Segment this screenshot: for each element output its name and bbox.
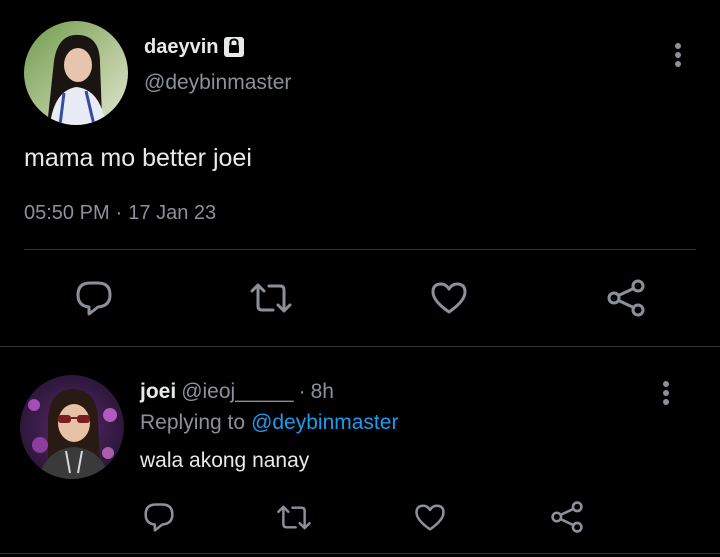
reply-more-options-icon[interactable] [652,376,680,410]
reply-header: joei @ieoj_____ · 8h [140,380,334,404]
replying-to: Replying to @deybinmaster [140,411,398,435]
author-handle[interactable]: @deybinmaster [144,71,291,95]
tweet-time: 05:50 PM [24,202,110,224]
divider [0,553,720,554]
reply-handle[interactable]: @ieoj_____ [181,380,293,404]
display-name[interactable]: daeyvin [144,36,218,59]
reply-icon[interactable] [140,498,178,536]
reply-text: wala akong nanay [140,449,310,472]
reply-age: 8h [310,380,334,403]
retweet-icon[interactable] [248,278,294,318]
avatar[interactable] [24,21,128,125]
author-name-row: daeyvin [144,33,246,61]
reply-icon[interactable] [72,276,116,320]
tweet-date: 17 Jan 23 [128,202,217,224]
replying-to-handle[interactable]: @deybinmaster [251,411,398,435]
tweet-text: mama mo better joei [24,144,252,172]
reply-display-name[interactable]: joei [140,380,176,404]
share-icon[interactable] [548,498,586,536]
divider [0,346,720,347]
lock-icon [222,35,246,59]
divider [24,249,696,250]
more-options-icon[interactable] [664,38,692,72]
replying-to-label: Replying to [140,411,246,434]
reply-separator: · [298,380,306,403]
like-icon[interactable] [428,276,470,320]
reply-avatar[interactable] [20,375,124,479]
timestamp-separator: · [115,202,123,224]
share-icon[interactable] [604,276,648,320]
like-icon[interactable] [412,498,448,536]
retweet-icon[interactable] [274,500,314,534]
tweet-timestamp: 05:50 PM · 17 Jan 23 [24,202,216,225]
